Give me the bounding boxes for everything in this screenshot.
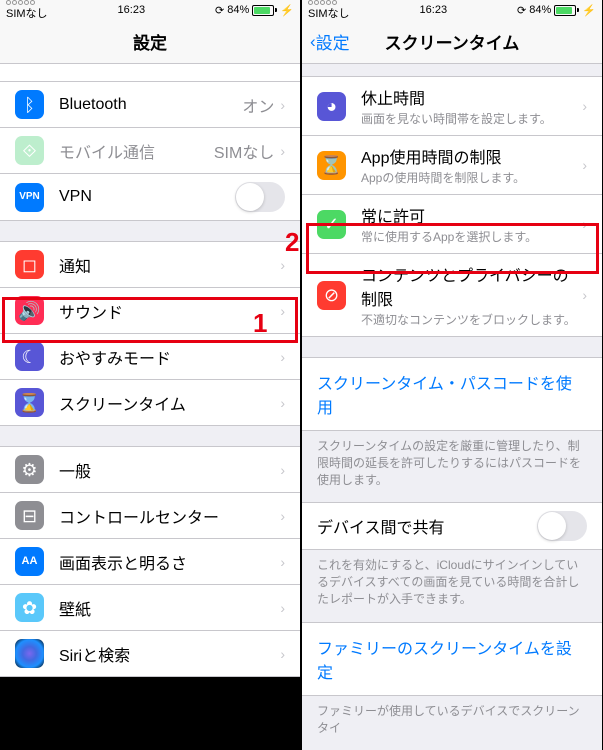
cell-always-allowed[interactable]: ✓ 常に許可常に使用するAppを選択します。 › xyxy=(302,195,602,254)
navbar: ‹ 設定 スクリーンタイム xyxy=(302,20,602,64)
switches-icon: ⊟ xyxy=(15,501,44,530)
cell-siri[interactable]: Siriと検索 › xyxy=(0,631,300,677)
cell-content-privacy[interactable]: ⊘ コンテンツとプライバシーの制限不適切なコンテンツをブロックします。 › xyxy=(302,254,602,337)
cell-bluetooth[interactable]: ᛒ Bluetooth オン› xyxy=(0,82,300,128)
chevron-icon: › xyxy=(280,303,285,319)
cell-notifications[interactable]: ◻ 通知 › xyxy=(0,241,300,288)
check-icon: ✓ xyxy=(317,210,346,239)
chevron-icon: › xyxy=(582,287,587,303)
chevron-icon: › xyxy=(280,646,285,662)
chevron-icon: › xyxy=(280,257,285,273)
display-icon: AA xyxy=(15,547,44,576)
cell-vpn[interactable]: VPN VPN xyxy=(0,174,300,221)
status-bar: SIMなし 16:23 ⟳ 84%⚡ xyxy=(0,0,300,20)
chevron-icon: › xyxy=(280,462,285,478)
screentime-screen: SIMなし 16:23 ⟳ 84%⚡ ‹ 設定 スクリーンタイム ◕ 休止時間画… xyxy=(302,0,602,532)
hourglass-icon: ⌛ xyxy=(317,151,346,180)
chevron-icon: › xyxy=(280,600,285,616)
badge-1: 1 xyxy=(253,308,267,339)
share-toggle[interactable] xyxy=(537,511,587,541)
settings-screen: SIMなし 16:23 ⟳ 84%⚡ 設定 ᛒ Bluetooth オン› ⟐ … xyxy=(0,0,300,532)
back-button[interactable]: ‹ 設定 xyxy=(302,29,350,54)
cell-wallpaper[interactable]: ✿ 壁紙 › xyxy=(0,585,300,631)
chevron-icon: › xyxy=(582,157,587,173)
chevron-icon: › xyxy=(582,98,587,114)
wallpaper-icon: ✿ xyxy=(15,593,44,622)
notifications-icon: ◻ xyxy=(15,250,44,279)
chevron-icon: › xyxy=(280,143,285,159)
status-time: 16:23 xyxy=(118,4,146,16)
chevron-icon: › xyxy=(280,508,285,524)
cell-display[interactable]: AA 画面表示と明るさ › xyxy=(0,539,300,585)
cell-dnd[interactable]: ☾ おやすみモード › xyxy=(0,334,300,380)
vpn-icon: VPN xyxy=(15,183,44,212)
bluetooth-icon: ᛒ xyxy=(15,90,44,119)
chevron-icon: › xyxy=(280,97,285,113)
badge-2: 2 xyxy=(285,227,299,258)
chevron-icon: › xyxy=(582,216,587,232)
status-bar: SIMなし 16:23 ⟳ 84%⚡ xyxy=(302,0,602,20)
screentime-list[interactable]: ◕ 休止時間画面を見ない時間帯を設定します。 › ⌛ App使用時間の制限App… xyxy=(302,64,602,750)
page-title: 設定 xyxy=(0,29,300,54)
gear-icon: ⚙ xyxy=(15,455,44,484)
family-footer: ファミリーが使用しているデバイスでスクリーンタイ xyxy=(302,696,602,750)
cell-cellular[interactable]: ⟐ モバイル通信 SIMなし› xyxy=(0,128,300,174)
cell-share[interactable]: デバイス間で共有 xyxy=(302,502,602,550)
passcode-footer: スクリーンタイムの設定を厳重に管理したり、制限時間の延長を許可したりするにはパス… xyxy=(302,431,602,502)
sound-icon: 🔊 xyxy=(15,296,44,325)
chevron-icon: › xyxy=(280,349,285,365)
moon-icon: ☾ xyxy=(15,342,44,371)
family-link[interactable]: ファミリーのスクリーンタイムを設定 xyxy=(302,622,602,696)
cell-downtime[interactable]: ◕ 休止時間画面を見ない時間帯を設定します。 › xyxy=(302,76,602,136)
antenna-icon: ⟐ xyxy=(15,136,44,165)
settings-list[interactable]: ᛒ Bluetooth オン› ⟐ モバイル通信 SIMなし› VPN VPN … xyxy=(0,64,300,677)
clock-icon: ◕ xyxy=(317,92,346,121)
cell-app-limits[interactable]: ⌛ App使用時間の制限Appの使用時間を制限します。 › xyxy=(302,136,602,195)
status-time: 16:23 xyxy=(420,4,448,16)
cell-general[interactable]: ⚙ 一般 › xyxy=(0,446,300,493)
no-entry-icon: ⊘ xyxy=(317,281,346,310)
cell-screentime[interactable]: ⌛ スクリーンタイム › xyxy=(0,380,300,426)
navbar: 設定 xyxy=(0,20,300,64)
siri-icon xyxy=(15,639,44,668)
hourglass-icon: ⌛ xyxy=(15,388,44,417)
passcode-link[interactable]: スクリーンタイム・パスコードを使用 xyxy=(302,357,602,431)
vpn-toggle[interactable] xyxy=(235,182,285,212)
chevron-icon: › xyxy=(280,395,285,411)
chevron-icon: › xyxy=(280,554,285,570)
share-footer: これを有効にすると、iCloudにサインインしているデバイスすべての画面を見てい… xyxy=(302,550,602,621)
cell-control-center[interactable]: ⊟ コントロールセンター › xyxy=(0,493,300,539)
